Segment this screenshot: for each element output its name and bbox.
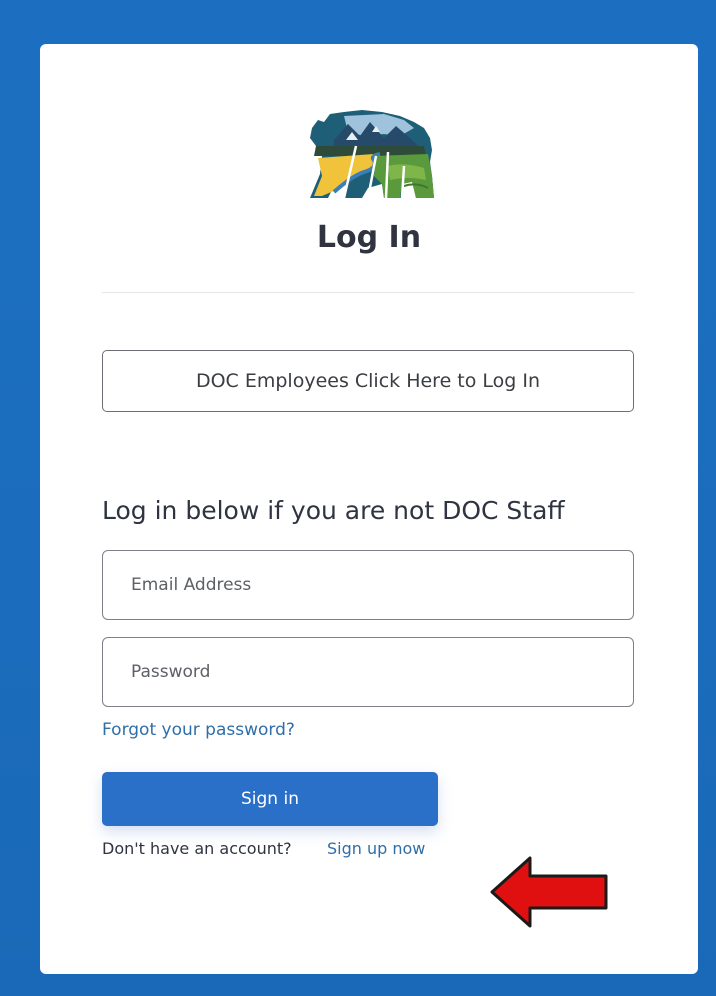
email-field[interactable]	[102, 550, 634, 620]
divider	[102, 292, 634, 293]
sign-up-link[interactable]: Sign up now	[327, 839, 425, 858]
bear-logo-icon	[310, 110, 434, 199]
non-staff-heading: Log in below if you are not DOC Staff	[102, 496, 565, 525]
red-arrow-icon	[490, 856, 608, 928]
doc-employees-login-button[interactable]: DOC Employees Click Here to Log In	[102, 350, 634, 412]
sign-in-button[interactable]: Sign in	[102, 772, 438, 826]
no-account-text: Don't have an account?	[102, 839, 292, 858]
login-card: Log In DOC Employees Click Here to Log I…	[40, 44, 698, 974]
page-title: Log In	[316, 220, 422, 255]
forgot-password-link[interactable]: Forgot your password?	[102, 720, 295, 740]
password-field[interactable]	[102, 637, 634, 707]
